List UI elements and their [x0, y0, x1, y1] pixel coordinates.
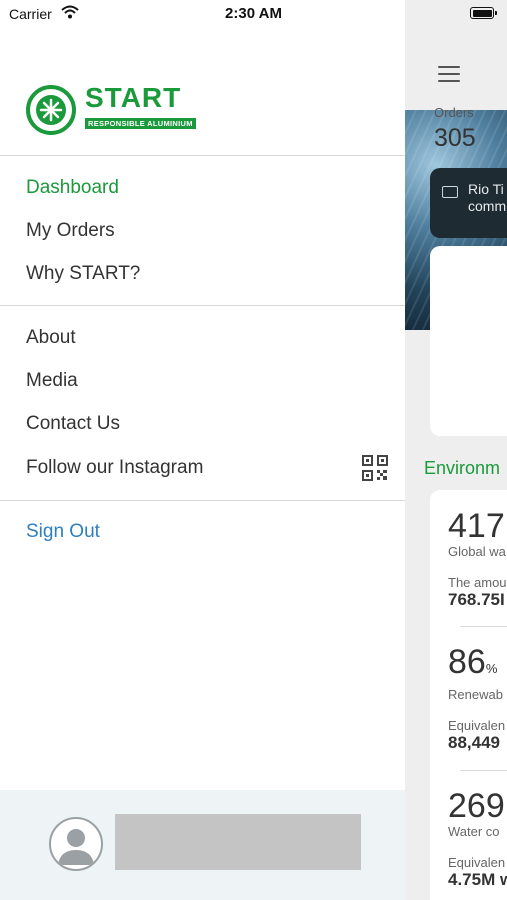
orders-label: Orders: [434, 105, 474, 120]
divider: [460, 626, 507, 627]
stat-value: 269: [448, 787, 505, 825]
nav-media[interactable]: Media: [26, 370, 78, 392]
banner-text: Rio Ti comm: [468, 181, 507, 214]
stat-block: 86% Renewab Equivalen 88,449: [448, 644, 505, 753]
logo-tagline: RESPONSIBLE ALUMINIUM: [85, 118, 196, 129]
navigation-drawer: START RESPONSIBLE ALUMINIUM Dashboard My…: [0, 0, 405, 900]
logo-mark-icon: [26, 85, 76, 135]
nav-follow-instagram[interactable]: Follow our Instagram: [26, 457, 203, 479]
avatar[interactable]: [49, 817, 103, 871]
stat-value: 417: [448, 507, 505, 545]
battery-icon: [470, 7, 497, 19]
stat-equivalent-value: 88,449: [448, 733, 500, 752]
stat-caption: Water co: [448, 824, 500, 839]
nav-why-start[interactable]: Why START?: [26, 263, 140, 285]
menu-icon[interactable]: [438, 66, 460, 87]
stat-caption: Global wa: [448, 544, 506, 559]
stat-equivalent-label: Equivalen: [448, 855, 506, 870]
stat-caption: Renewab: [448, 687, 503, 702]
clock: 2:30 AM: [225, 5, 282, 22]
nav-contact-us[interactable]: Contact Us: [26, 413, 120, 435]
status-bar: Carrier 2:30 AM: [0, 0, 507, 30]
nav-about[interactable]: About: [26, 327, 76, 349]
news-icon: [442, 186, 458, 198]
divider: [0, 500, 405, 501]
environment-card: 417 Global wa The amou 768.75I 86% Renew…: [430, 490, 507, 900]
qr-code-icon[interactable]: [362, 455, 388, 481]
start-logo: START RESPONSIBLE ALUMINIUM: [25, 82, 196, 138]
orders-value: 305: [434, 124, 476, 152]
dashboard-background: Rio Ti comm Orders 305 Environm 417 Glob…: [405, 0, 507, 900]
divider: [0, 155, 405, 156]
sign-out-link[interactable]: Sign Out: [26, 521, 100, 543]
logo-wordmark: START: [85, 82, 182, 113]
stat-equivalent-value: 768.75I: [448, 590, 505, 609]
news-banner[interactable]: Rio Ti comm: [430, 168, 507, 238]
divider: [460, 770, 507, 771]
stat-block: 417 Global wa The amou 768.75I: [448, 508, 507, 610]
stat-value: 86: [448, 643, 486, 681]
user-avatar-icon: [58, 829, 94, 865]
environment-title: Environm: [424, 458, 501, 478]
stat-equivalent-value: 4.75M w: [448, 870, 507, 889]
user-name-placeholder: [115, 814, 361, 870]
nav-my-orders[interactable]: My Orders: [26, 220, 115, 242]
stat-unit: %: [485, 661, 498, 676]
stat-equivalent-label: Equivalen: [448, 718, 506, 733]
stat-equivalent-label: The amou: [448, 575, 507, 590]
profile-section[interactable]: [0, 790, 405, 900]
divider: [0, 305, 405, 306]
orders-card[interactable]: [430, 246, 507, 436]
stat-block: 269 Water co Equivalen 4.75M w: [448, 788, 507, 890]
nav-dashboard[interactable]: Dashboard: [26, 177, 119, 199]
